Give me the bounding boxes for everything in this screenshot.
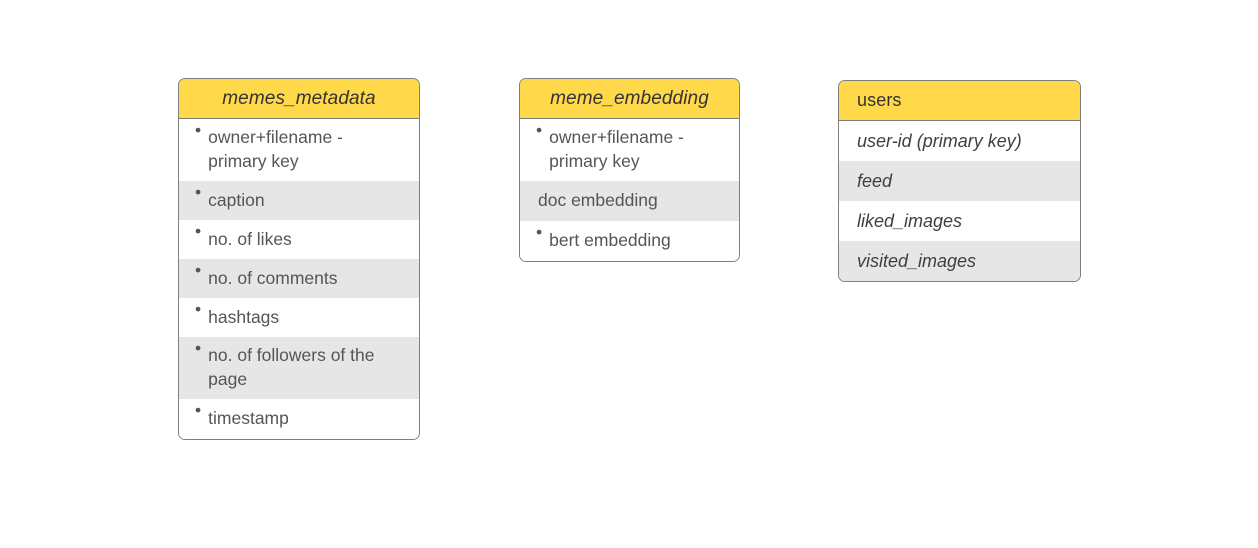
bullet-icon: • xyxy=(195,338,202,358)
entity-row[interactable]: • hashtags xyxy=(179,298,419,337)
bullet-icon: • xyxy=(536,222,543,242)
entity-row[interactable]: • owner+filename - primary key xyxy=(179,119,419,181)
entity-field-label: feed xyxy=(857,170,893,191)
entity-field-label: owner+filename - primary key xyxy=(549,127,684,171)
entity-row[interactable]: • bert embedding xyxy=(520,221,739,261)
entity-field-label: user-id (primary key) xyxy=(857,130,1022,151)
entity-row[interactable]: • timestamp xyxy=(179,399,419,439)
entity-field-label: visited_images xyxy=(857,250,977,271)
bullet-icon: • xyxy=(195,221,202,241)
bullet-icon: • xyxy=(195,400,202,420)
entity-field-label: caption xyxy=(208,189,265,210)
bullet-icon: • xyxy=(536,120,543,140)
entity-field-label: doc embedding xyxy=(538,190,658,211)
entity-memes-metadata[interactable]: memes_metadata • owner+filename - primar… xyxy=(178,78,420,440)
entity-field-label: owner+filename - primary key xyxy=(208,127,343,171)
entity-row[interactable]: • caption xyxy=(179,181,419,220)
entity-users[interactable]: users user-id (primary key) feed liked_i… xyxy=(838,80,1081,282)
bullet-icon: • xyxy=(195,299,202,319)
entity-field-label: liked_images xyxy=(857,210,963,231)
entity-row[interactable]: • no. of likes xyxy=(179,220,419,259)
diagram-canvas: memes_metadata • owner+filename - primar… xyxy=(0,0,1258,548)
bullet-icon: • xyxy=(195,260,202,280)
entity-body-meme-embedding: • owner+filename - primary key doc embed… xyxy=(520,119,739,261)
entity-row[interactable]: doc embedding xyxy=(520,181,739,221)
entity-body-memes-metadata: • owner+filename - primary key • caption… xyxy=(179,119,419,439)
entity-row[interactable]: user-id (primary key) xyxy=(839,121,1080,161)
entity-row[interactable]: liked_images xyxy=(839,201,1080,241)
entity-header-memes-metadata: memes_metadata xyxy=(179,79,419,119)
entity-body-users: user-id (primary key) feed liked_images … xyxy=(839,121,1080,281)
entity-field-label: no. of likes xyxy=(208,228,292,249)
bullet-icon: • xyxy=(195,182,202,202)
entity-row[interactable]: visited_images xyxy=(839,241,1080,281)
entity-field-label: no. of comments xyxy=(208,267,338,288)
entity-row[interactable]: • owner+filename - primary key xyxy=(520,119,739,181)
entity-row[interactable]: • no. of followers of the page xyxy=(179,337,419,399)
entity-field-label: bert embedding xyxy=(549,230,671,251)
entity-row[interactable]: • no. of comments xyxy=(179,259,419,298)
entity-meme-embedding[interactable]: meme_embedding • owner+filename - primar… xyxy=(519,78,740,262)
entity-header-users: users xyxy=(839,81,1080,121)
entity-field-label: timestamp xyxy=(208,408,289,429)
entity-header-meme-embedding: meme_embedding xyxy=(520,79,739,119)
entity-field-label: hashtags xyxy=(208,306,280,327)
bullet-icon: • xyxy=(195,120,202,140)
entity-field-label: no. of followers of the page xyxy=(208,345,375,389)
entity-row[interactable]: feed xyxy=(839,161,1080,201)
